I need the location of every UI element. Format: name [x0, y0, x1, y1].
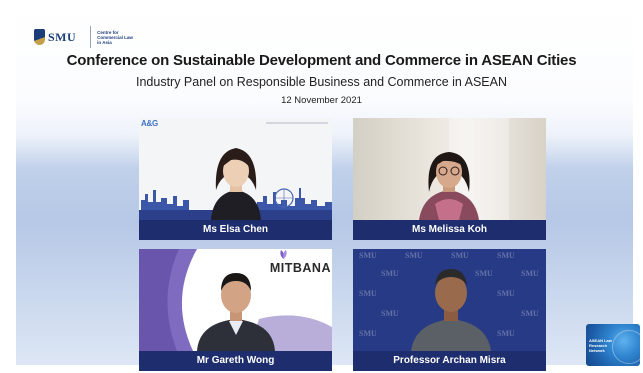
- participant-video-archan: [411, 269, 491, 351]
- event-date: 12 November 2021: [281, 95, 362, 106]
- nameplate-elsa-chen: Ms Elsa Chen: [139, 220, 332, 240]
- smu-watermark: SMU: [359, 251, 377, 260]
- smu-watermark: SMU: [381, 309, 399, 318]
- background-menu-bar: [266, 122, 328, 124]
- globe-icon: [612, 330, 640, 364]
- conference-slide: SMU Centre for Commercial Law in Asia Co…: [0, 0, 643, 373]
- smu-watermark: SMU: [359, 329, 377, 338]
- smu-watermark: SMU: [497, 251, 515, 260]
- logo-divider: [90, 26, 92, 48]
- mitbana-logo: MITBANA: [269, 261, 331, 275]
- smu-watermark: SMU: [497, 329, 515, 338]
- video-tile-gareth-wong[interactable]: MITBANA Mr Gareth Wong: [139, 249, 332, 371]
- centre-name: Centre for Commercial Law in Asia: [97, 29, 133, 45]
- smu-logo-text: SMU: [48, 30, 77, 44]
- smu-wordmark: SMU: [48, 31, 76, 43]
- smu-watermark: SMU: [497, 289, 515, 298]
- badge-text: ASEAN Law Research Network: [589, 338, 612, 353]
- smu-watermark: SMU: [521, 269, 539, 278]
- participant-video-melissa: [419, 152, 479, 220]
- mitbana-leaf-icon: [280, 250, 287, 259]
- smu-watermark: SMU: [381, 269, 399, 278]
- nameplate-melissa-koh: Ms Melissa Koh: [353, 220, 546, 240]
- video-tile-melissa-koh[interactable]: Ms Melissa Koh: [353, 118, 546, 240]
- ag-logo: A&G: [141, 119, 158, 128]
- smu-logo: SMU Centre for Commercial Law in Asia: [34, 26, 137, 48]
- nameplate-gareth-wong: Mr Gareth Wong: [139, 351, 332, 371]
- participant-video-gareth: [197, 273, 275, 351]
- panel-subtitle: Industry Panel on Responsible Business a…: [135, 75, 508, 89]
- smu-crest-icon: [34, 29, 45, 45]
- conference-title: Conference on Sustainable Development an…: [66, 52, 577, 69]
- nameplate-archan-misra: Professor Archan Misra: [353, 351, 546, 371]
- video-tile-archan-misra[interactable]: SMU SMU SMU SMU SMU SMU SMU SMU SMU SMU …: [353, 249, 546, 371]
- participant-video-elsa: [211, 148, 261, 220]
- smu-watermark: SMU: [359, 289, 377, 298]
- asean-law-network-badge: ASEAN Law Research Network: [586, 324, 640, 366]
- smu-watermark: SMU: [521, 309, 539, 318]
- video-tile-elsa-chen[interactable]: A&G Ms Elsa Chen: [139, 118, 332, 240]
